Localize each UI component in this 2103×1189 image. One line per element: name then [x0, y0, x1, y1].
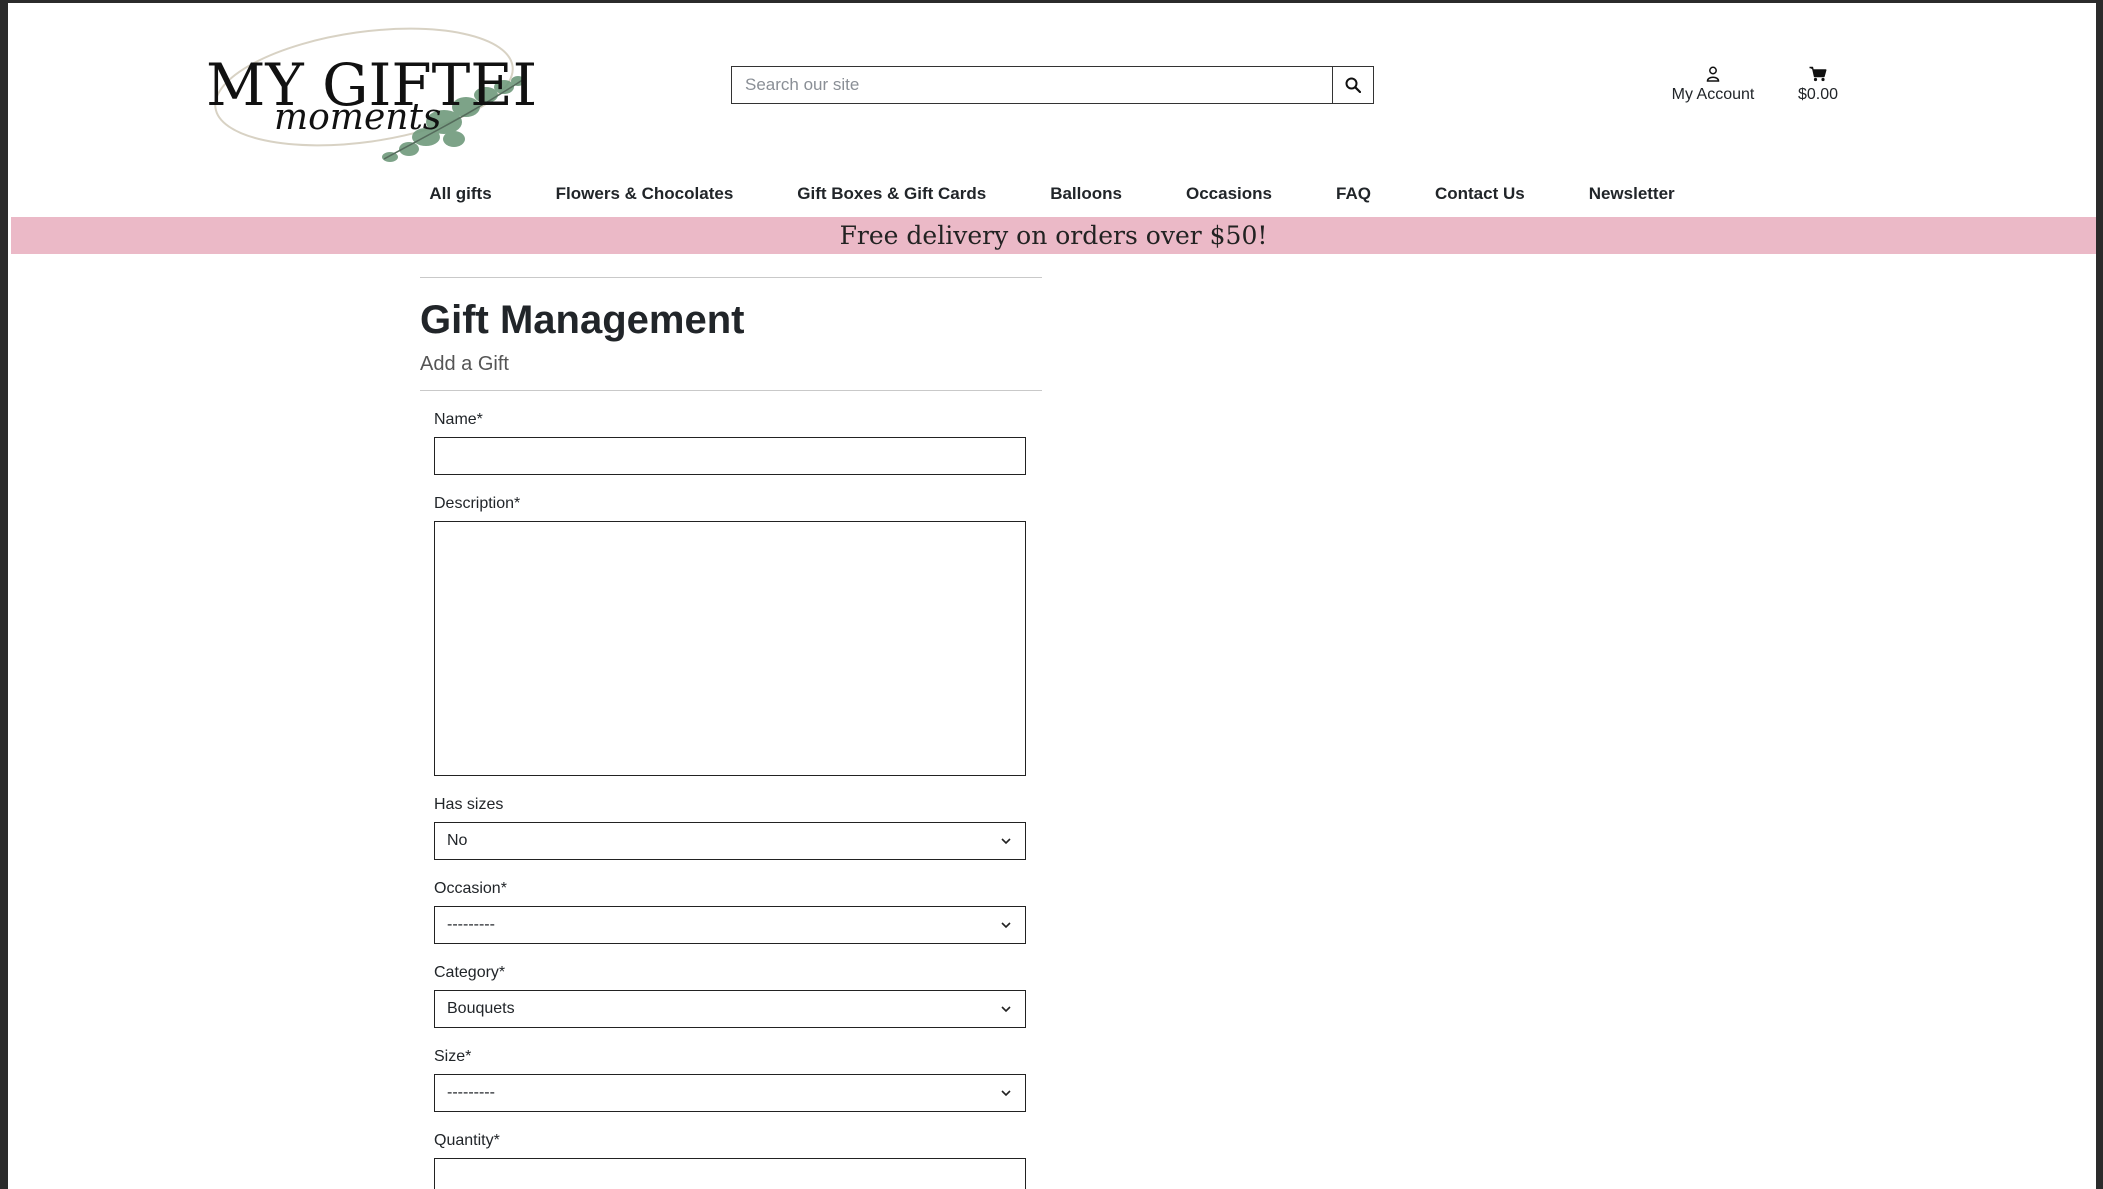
occasion-select[interactable]: ---------: [434, 906, 1026, 944]
chevron-down-icon: [1001, 1006, 1011, 1013]
nav-flowers-chocolates[interactable]: Flowers & Chocolates: [524, 179, 766, 209]
nav-faq[interactable]: FAQ: [1304, 179, 1403, 209]
logo-graphic: MY GIFTED moments: [206, 27, 559, 162]
subtitle-divider: [420, 390, 1042, 391]
size-label: Size*: [434, 1048, 472, 1065]
nav-newsletter[interactable]: Newsletter: [1557, 179, 1707, 209]
main-nav: All gifts Flowers & Chocolates Gift Boxe…: [8, 179, 2096, 209]
quantity-field[interactable]: [434, 1158, 1026, 1189]
logo-text-script: moments: [274, 97, 441, 138]
search-icon: [1345, 77, 1361, 93]
my-account-label: My Account: [1671, 86, 1755, 103]
category-value: Bouquets: [447, 1000, 515, 1017]
name-field[interactable]: [434, 437, 1026, 475]
quantity-label: Quantity*: [434, 1132, 500, 1149]
nav-all-gifts[interactable]: All gifts: [397, 179, 523, 209]
description-field[interactable]: [434, 521, 1026, 776]
cart-link[interactable]: $0.00: [1788, 66, 1848, 104]
size-select[interactable]: ---------: [434, 1074, 1026, 1112]
nav-occasions[interactable]: Occasions: [1154, 179, 1304, 209]
user-icon: [1706, 66, 1720, 82]
has-sizes-value: No: [447, 832, 468, 849]
promo-banner: Free delivery on orders over $50!: [11, 217, 2096, 254]
category-select[interactable]: Bouquets: [434, 990, 1026, 1028]
description-label: Description*: [434, 495, 521, 512]
name-label: Name*: [434, 411, 483, 428]
has-sizes-select[interactable]: No: [434, 822, 1026, 860]
search-button[interactable]: [1332, 67, 1373, 103]
cart-icon: [1809, 66, 1827, 82]
occasion-value: ---------: [447, 916, 495, 933]
occasion-label: Occasion*: [434, 880, 507, 897]
nav-balloons[interactable]: Balloons: [1018, 179, 1154, 209]
chevron-down-icon: [1001, 838, 1011, 845]
page-subtitle: Add a Gift: [420, 353, 509, 375]
page-title: Gift Management: [420, 298, 745, 342]
nav-contact-us[interactable]: Contact Us: [1403, 179, 1557, 209]
cart-total: $0.00: [1797, 86, 1839, 103]
my-account-link[interactable]: My Account: [1658, 66, 1768, 104]
main-content: Gift Management Add a Gift Name* Descrip…: [420, 277, 1042, 1189]
site-logo[interactable]: MY GIFTED moments: [204, 17, 559, 167]
chevron-down-icon: [1001, 1090, 1011, 1097]
add-gift-form: Name* Description* Has sizes No Occasion…: [420, 411, 1042, 1189]
chevron-down-icon: [1001, 922, 1011, 929]
page: MY GIFTED moments My Account $0.00: [8, 3, 2096, 1189]
top-divider: [420, 277, 1042, 278]
size-value: ---------: [447, 1084, 495, 1101]
search-bar: [731, 66, 1374, 104]
search-input[interactable]: [732, 67, 1332, 103]
category-label: Category*: [434, 964, 506, 981]
nav-gift-boxes-gift-cards[interactable]: Gift Boxes & Gift Cards: [765, 179, 1018, 209]
has-sizes-label: Has sizes: [434, 796, 504, 813]
